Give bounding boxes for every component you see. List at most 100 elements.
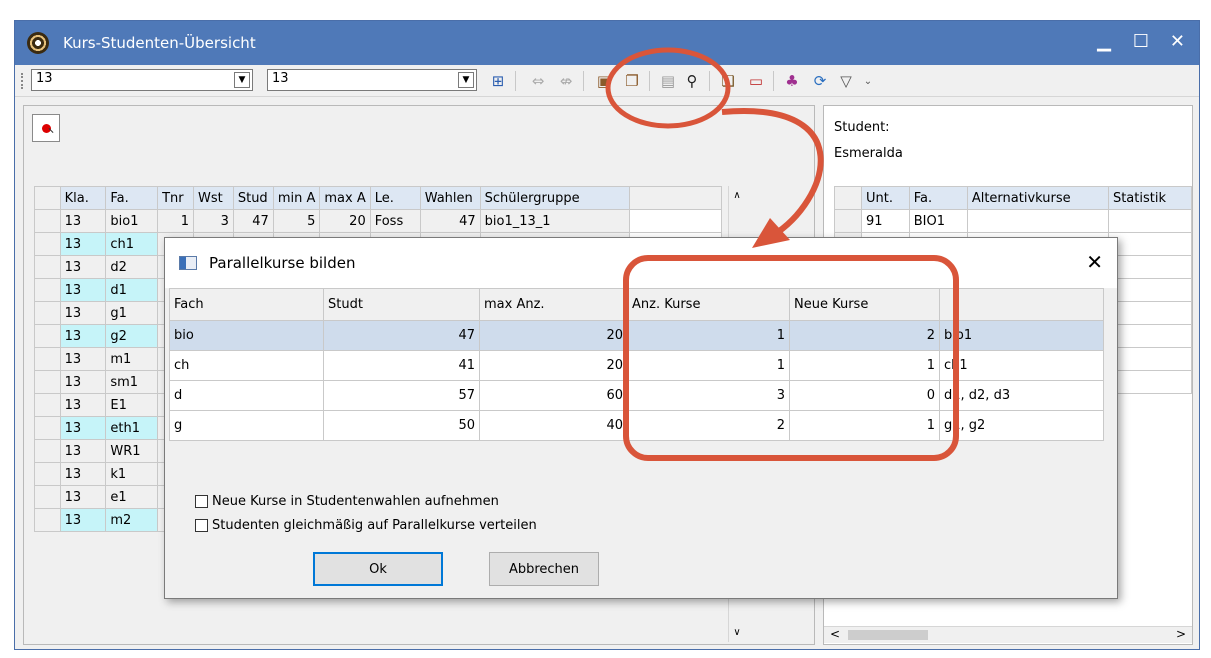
table-cell[interactable]: d2 [105, 255, 159, 279]
table-cell[interactable] [1107, 255, 1193, 279]
close-icon[interactable]: ✕ [1170, 31, 1185, 52]
table-cell[interactable]: 47 [232, 209, 274, 233]
dialog-row[interactable]: d 57 60 3 0 d1, d2, d3 [169, 380, 1104, 411]
table-cell[interactable]: 20 [319, 209, 371, 233]
row-selector[interactable] [34, 508, 61, 532]
row-selector[interactable] [34, 439, 61, 463]
minimize-icon[interactable]: ▁ [1097, 31, 1111, 52]
dialog-row[interactable]: ch 41 20 1 1 ch1 [169, 350, 1104, 381]
row-selector[interactable] [34, 393, 61, 417]
binoculars-icon[interactable]: ⚲ [681, 70, 703, 92]
table-cell[interactable]: m2 [105, 508, 159, 532]
col-header[interactable]: max A [319, 186, 371, 210]
chevron-down-icon[interactable]: ▼ [234, 72, 250, 88]
dialog-col-header[interactable]: Studt [323, 288, 480, 321]
dialog-close-icon[interactable]: ✕ [1086, 250, 1103, 274]
dialog-col-header[interactable]: max Anz. [479, 288, 628, 321]
scroll-left-icon[interactable]: < [830, 627, 840, 641]
table-cell[interactable] [1107, 370, 1193, 394]
dialog-col-header[interactable]: Neue Kurse [789, 288, 940, 321]
table-cell[interactable]: 13 [59, 370, 107, 394]
table-cell[interactable]: e1 [105, 485, 159, 509]
table-cell[interactable]: 3 [192, 209, 234, 233]
table-cell[interactable]: 47 [419, 209, 481, 233]
table-cell[interactable]: d1 [105, 278, 159, 302]
col-header[interactable]: Alternativkurse [966, 186, 1109, 210]
table-cell[interactable]: 13 [59, 439, 107, 463]
student-row[interactable]: 91 BIO1 [834, 209, 1193, 233]
dialog-cell[interactable]: 1 [789, 350, 940, 381]
col-header[interactable]: Wahlen [419, 186, 481, 210]
horizontal-scrollbar[interactable]: < > [824, 626, 1192, 643]
table-cell[interactable]: 13 [59, 347, 107, 371]
col-header[interactable]: Fa. [908, 186, 968, 210]
scroll-up-icon[interactable]: ∧ [729, 190, 745, 201]
table-cell[interactable]: 13 [59, 209, 107, 233]
maximize-icon[interactable]: ☐ [1133, 31, 1149, 52]
table-cell[interactable]: BIO1 [908, 209, 968, 233]
parallel-course-icon[interactable]: ▣ [593, 70, 615, 92]
row-selector[interactable] [34, 416, 61, 440]
table-cell[interactable]: 13 [59, 416, 107, 440]
table-cell[interactable]: bio1 [105, 209, 159, 233]
filter-icon[interactable]: ▽ [835, 70, 857, 92]
col-header[interactable]: Tnr [157, 186, 194, 210]
row-selector[interactable] [34, 485, 61, 509]
row-selector[interactable] [34, 209, 61, 233]
row-selector[interactable] [34, 232, 61, 256]
table-cell[interactable]: 1 [157, 209, 194, 233]
table-cell[interactable]: 13 [59, 232, 107, 256]
table-cell[interactable]: 5 [272, 209, 321, 233]
people-icon[interactable]: ♣ [781, 70, 803, 92]
filter-combo[interactable]: 13 ▼ [267, 69, 477, 91]
table-cell[interactable]: bio1_13_1 [479, 209, 630, 233]
col-header[interactable]: Kla. [59, 186, 107, 210]
col-header[interactable]: Wst [192, 186, 234, 210]
table-cell[interactable] [1107, 301, 1193, 325]
swap-all-icon[interactable]: ⇎ [555, 70, 577, 92]
ok-button[interactable]: Ok [313, 552, 443, 586]
row-selector[interactable] [34, 255, 61, 279]
swap-arrows-icon[interactable]: ⇔ [527, 70, 549, 92]
table-cell[interactable]: g1 [105, 301, 159, 325]
toolbar-grip[interactable] [21, 73, 24, 89]
dialog-cell[interactable]: 2 [789, 320, 940, 351]
col-header[interactable]: Stud [232, 186, 274, 210]
col-header[interactable]: Unt. [860, 186, 910, 210]
pin-button[interactable] [32, 114, 60, 142]
document-icon[interactable]: ▤ [657, 70, 679, 92]
checkbox-box[interactable] [195, 495, 208, 508]
dialog-cell[interactable]: 1 [789, 410, 940, 441]
table-cell[interactable]: 13 [59, 393, 107, 417]
table-cell[interactable]: sm1 [105, 370, 159, 394]
table-cell[interactable]: 13 [59, 508, 107, 532]
chevron-down-icon[interactable]: ▼ [458, 72, 474, 88]
table-cell[interactable]: 13 [59, 278, 107, 302]
table-cell[interactable]: 13 [59, 301, 107, 325]
include-new-courses-checkbox[interactable]: Neue Kurse in Studentenwahlen aufnehmen [195, 494, 499, 509]
table-cell[interactable] [1107, 278, 1193, 302]
grid-move-icon[interactable]: ⊞ [487, 70, 509, 92]
dialog-col-header[interactable]: Fach [169, 288, 324, 321]
table-cell[interactable]: Foss [369, 209, 421, 233]
scroll-down-icon[interactable]: ∨ [729, 627, 745, 638]
checkbox-box[interactable] [195, 519, 208, 532]
dialog-col-header[interactable]: Anz. Kurse [627, 288, 790, 321]
class-combo[interactable]: 13 ▼ [31, 69, 253, 91]
table-row[interactable]: 13 bio1 1 3 47 5 20 Foss 47 bio1_13_1 [34, 209, 723, 233]
col-header[interactable]: Fa. [105, 186, 159, 210]
row-selector[interactable] [34, 324, 61, 348]
table-cell[interactable]: 13 [59, 462, 107, 486]
table-cell[interactable] [1107, 324, 1193, 348]
table-cell[interactable] [966, 209, 1109, 233]
row-selector[interactable] [34, 370, 61, 394]
table-cell[interactable]: 13 [59, 255, 107, 279]
monitor-icon[interactable]: ▭ [745, 70, 767, 92]
dialog-cell[interactable]: 0 [789, 380, 940, 411]
col-header[interactable]: min A [272, 186, 321, 210]
table-cell[interactable]: m1 [105, 347, 159, 371]
cancel-button[interactable]: Abbrechen [489, 552, 599, 586]
row-selector[interactable] [34, 301, 61, 325]
table-cell[interactable]: 13 [59, 324, 107, 348]
table-cell[interactable] [1107, 232, 1193, 256]
